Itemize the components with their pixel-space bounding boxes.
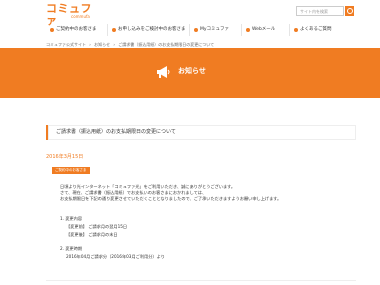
breadcrumb-separator: › [113,42,115,47]
notice-title: ご請求書（振込用紙）のお支払期限日の変更について [56,129,176,135]
nav-item-prospective-customers[interactable]: お申し込みをご検討中のお客さま [108,24,190,36]
breadcrumb-item-home[interactable]: コミュファ公式サイト [46,42,86,47]
nav-item-label: Webメール [252,27,276,32]
megaphone-icon [157,66,170,78]
nav-item-label: よくあるご質問 [300,27,332,32]
body-paragraph-3: お支払期限日を下記の通り変更させていただくこととなりましたので、ご了承いただきま… [60,196,282,201]
commufa-logo[interactable]: コミュファ commufa [46,3,94,27]
nav-item-label: お申し込みをご検討中のお客さま [118,27,186,32]
global-nav: ご契約中のお客さま お申し込みをご検討中のお客さま Myコミュファ Webメール… [46,24,356,36]
body-paragraph-1: 日頃より光インターネット「コミュファ光」をご利用いただき、誠にありがとうございま… [60,184,236,189]
nav-item-faq[interactable]: よくあるご質問 [290,24,356,36]
page-title: お知らせ [178,67,206,75]
circle-icon [50,28,54,32]
section-2-detail: 2016年04月ご請求分（2016年03月ご利用分）より [66,254,165,259]
audience-tag: ご契約中のお客さま [52,167,90,174]
nav-item-webmail[interactable]: Webメール [242,24,290,36]
breadcrumb-separator: › [89,42,91,47]
logo-sub-text: commufa [71,14,90,19]
section-1-after: 【変更後】 ご請求月の末日 [66,232,118,237]
site-header: コミュファ commufa サイト内を検索 ご契約中のお客さま お申し込みをご検… [0,0,380,38]
question-icon [294,28,298,32]
notice-heading-box: ご請求書（振込用紙）のお支払期限日の変更について [46,125,356,140]
nav-item-label: Myコミュファ [200,27,230,32]
mail-icon [246,28,250,32]
section-1-before: 【変更前】 ご請求月の翌月15日 [66,224,128,229]
nav-item-my-commufa[interactable]: Myコミュファ [190,24,242,36]
body-paragraph-2: さて、現在、ご請求書（振込用紙）でお支払いのお客さまにおかれましては、 [60,190,207,195]
breadcrumb-item-news[interactable]: お知らせ [94,42,110,47]
search-input[interactable]: サイト内を検索 [296,6,344,16]
circle-icon [112,28,116,32]
heart-icon [194,28,198,32]
post-date: 2016年3月15日 [46,154,84,160]
breadcrumb-item-current: ご請求書（振込用紙）のお支払期限日の変更について [118,42,215,47]
divider [46,280,356,281]
section-2-heading: 2. 変更時期 [60,246,83,251]
nav-item-contract-customers[interactable]: ご契約中のお客さま [46,24,108,36]
section-1-heading: 1. 変更内容 [60,216,83,221]
nav-item-label: ご契約中のお客さま [56,27,97,32]
search-button[interactable] [345,6,354,16]
